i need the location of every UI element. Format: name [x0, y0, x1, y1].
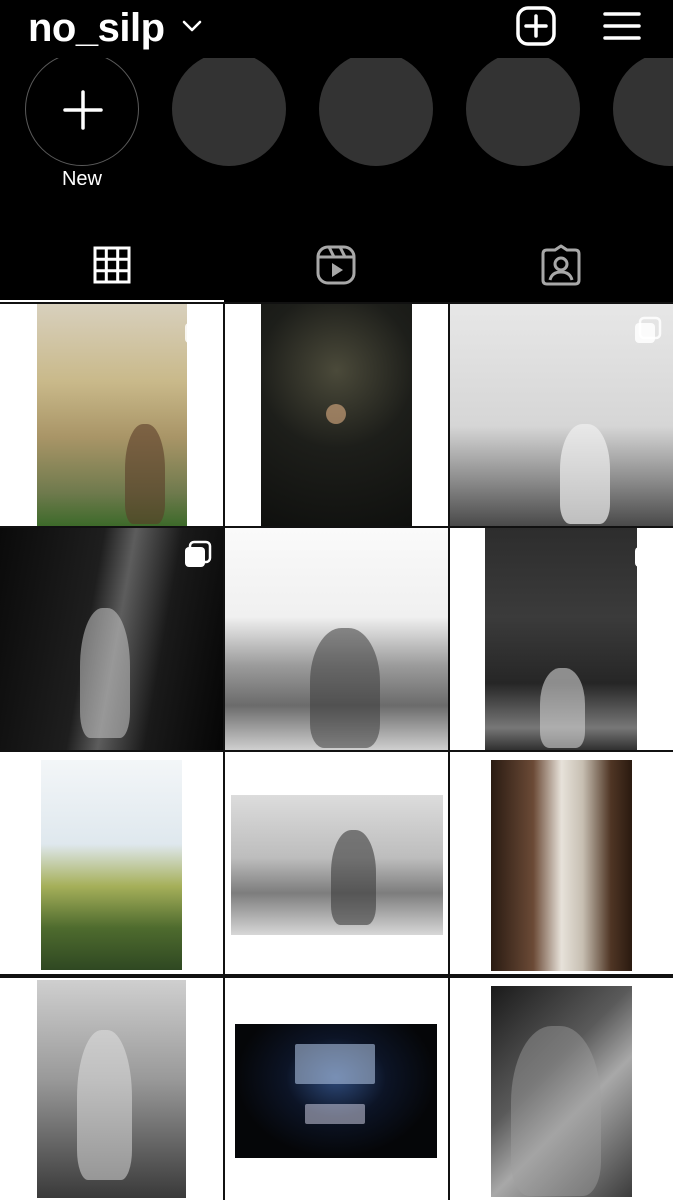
post-thumbnail[interactable]: [225, 752, 448, 974]
highlight-placeholder[interactable]: [466, 58, 584, 166]
multiple-photos-icon: [635, 540, 662, 567]
multiple-photos-icon: [185, 316, 212, 343]
story-highlights: New: [0, 58, 673, 210]
tab-posts-grid[interactable]: [0, 228, 224, 302]
tagged-icon: [541, 244, 581, 286]
reels-icon: [316, 245, 356, 285]
post-thumbnail[interactable]: [450, 528, 673, 750]
tab-tagged[interactable]: [449, 228, 673, 302]
post-thumbnail[interactable]: [225, 304, 448, 526]
highlight-placeholder[interactable]: [319, 58, 437, 166]
new-highlight-button[interactable]: New: [25, 58, 143, 190]
post-thumbnail[interactable]: [225, 528, 448, 750]
grid-icon: [93, 246, 131, 284]
post-thumbnail[interactable]: [450, 752, 673, 974]
posts-grid: [0, 302, 673, 1200]
post-thumbnail[interactable]: [225, 978, 448, 1200]
hamburger-menu-icon[interactable]: [600, 4, 644, 48]
post-thumbnail[interactable]: [450, 304, 673, 526]
post-thumbnail[interactable]: [450, 978, 673, 1200]
new-highlight-circle[interactable]: [25, 58, 139, 166]
profile-tabs: [0, 228, 673, 302]
multiple-photos-icon: [635, 316, 662, 343]
new-highlight-label: New: [61, 168, 102, 190]
tab-reels[interactable]: [224, 228, 448, 302]
plus-icon: [63, 90, 103, 130]
post-thumbnail[interactable]: [0, 978, 223, 1200]
plus-square-icon[interactable]: [514, 4, 558, 48]
profile-header: no_silp: [0, 0, 673, 58]
highlight-placeholder[interactable]: [172, 58, 290, 166]
multiple-photos-icon: [185, 540, 212, 567]
post-thumbnail[interactable]: [0, 752, 223, 974]
chevron-down-icon[interactable]: [180, 14, 204, 38]
post-thumbnail[interactable]: [0, 304, 223, 526]
username-title[interactable]: no_silp: [28, 4, 165, 52]
highlight-placeholder[interactable]: [613, 58, 673, 166]
post-thumbnail[interactable]: [0, 528, 223, 750]
